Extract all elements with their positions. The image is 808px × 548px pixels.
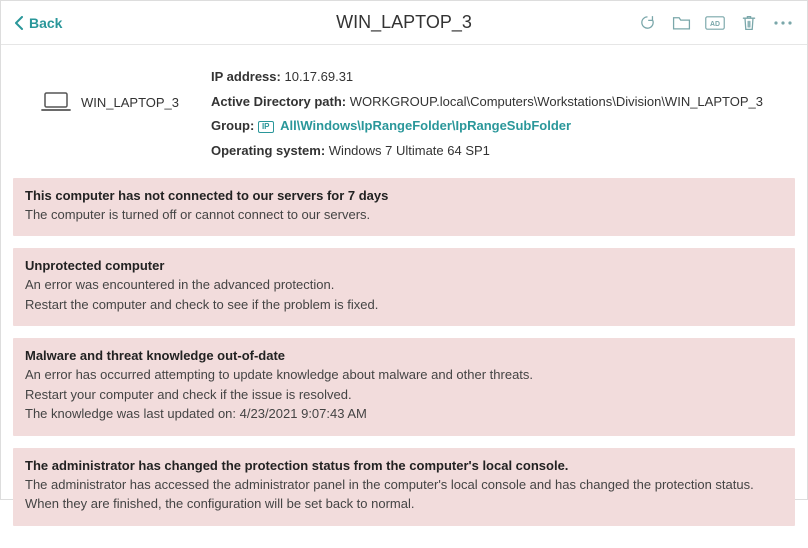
alert-body: The computer is turned off or cannot con…: [25, 205, 783, 225]
back-label: Back: [29, 15, 62, 31]
more-icon[interactable]: [773, 13, 793, 33]
os-label: Operating system:: [211, 143, 325, 158]
svg-text:AD: AD: [710, 21, 720, 28]
chevron-left-icon: [15, 16, 24, 30]
group-label: Group:: [211, 118, 254, 133]
device-details: IP address: 10.17.69.31 Active Directory…: [211, 65, 763, 164]
ad-icon[interactable]: AD: [705, 13, 725, 33]
device-name: WIN_LAPTOP_3: [81, 95, 179, 110]
ip-value: 10.17.69.31: [284, 69, 353, 84]
device-column: WIN_LAPTOP_3: [41, 65, 211, 113]
ip-label: IP address:: [211, 69, 281, 84]
alert-title: The administrator has changed the protec…: [25, 458, 783, 473]
refresh-icon[interactable]: [637, 13, 657, 33]
alert-title: Malware and threat knowledge out-of-date: [25, 348, 783, 363]
back-button[interactable]: Back: [15, 15, 62, 31]
header-actions: AD: [637, 13, 793, 33]
device-info-row: WIN_LAPTOP_3 IP address: 10.17.69.31 Act…: [1, 65, 807, 178]
alerts-container: This computer has not connected to our s…: [1, 178, 807, 526]
ad-label: Active Directory path:: [211, 94, 346, 109]
alert-box: Malware and threat knowledge out-of-date…: [13, 338, 795, 436]
alert-body: The administrator has accessed the admin…: [25, 475, 783, 514]
laptop-icon: [41, 91, 71, 113]
alert-box: The administrator has changed the protec…: [13, 448, 795, 526]
group-link[interactable]: All\Windows\IpRangeFolder\IpRangeSubFold…: [280, 118, 571, 133]
os-value: Windows 7 Ultimate 64 SP1: [329, 143, 490, 158]
trash-icon[interactable]: [739, 13, 759, 33]
alert-title: Unprotected computer: [25, 258, 783, 273]
alert-box: This computer has not connected to our s…: [13, 178, 795, 237]
page-header: Back WIN_LAPTOP_3 AD: [1, 1, 807, 45]
alert-box: Unprotected computer An error was encount…: [13, 248, 795, 326]
alert-title: This computer has not connected to our s…: [25, 188, 783, 203]
folder-icon[interactable]: [671, 13, 691, 33]
ad-value: WORKGROUP.local\Computers\Workstations\D…: [350, 94, 763, 109]
alert-body: An error was encountered in the advanced…: [25, 275, 783, 314]
alert-body: An error has occurred attempting to upda…: [25, 365, 783, 424]
page-title: WIN_LAPTOP_3: [336, 12, 472, 33]
content: WIN_LAPTOP_3 IP address: 10.17.69.31 Act…: [1, 45, 807, 548]
ip-badge: IP: [258, 121, 274, 133]
